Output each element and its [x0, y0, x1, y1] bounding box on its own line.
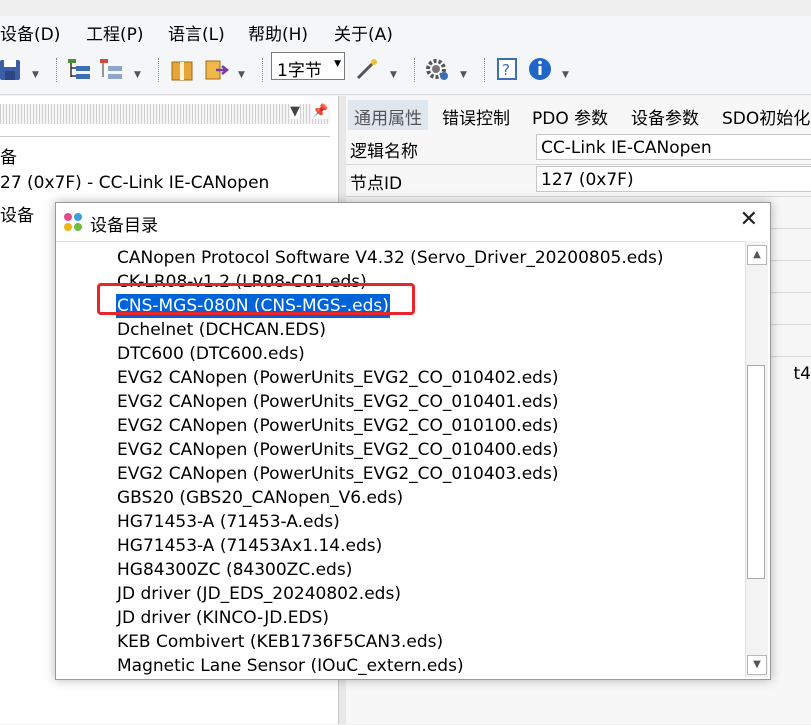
tab-sdo-init[interactable]: SDO初始化 — [716, 100, 811, 130]
settings-gear-icon[interactable] — [424, 56, 450, 82]
package-icon[interactable] — [170, 56, 196, 82]
pin-icon[interactable]: 📌 — [312, 104, 329, 119]
toolbar-separator — [56, 58, 58, 82]
tab-device-params[interactable]: 设备参数 — [625, 100, 705, 130]
info-icon[interactable] — [528, 56, 554, 82]
menu-help[interactable]: 帮助(H) — [248, 20, 308, 45]
dialog-title: 设备目录 — [90, 216, 158, 236]
property-key: 逻辑名称 — [350, 142, 418, 162]
scrollbar-thumb[interactable] — [747, 365, 765, 579]
list-item[interactable]: JD driver (KINCO-JD.EDS) — [116, 606, 330, 630]
annotation-highlight-box — [97, 283, 415, 315]
property-key: 节点ID — [350, 174, 403, 194]
export-dropdown-icon[interactable]: ▼ — [238, 70, 245, 80]
list-item[interactable]: EVG2 CANopen (PowerUnits_EVG2_CO_010400.… — [116, 438, 559, 462]
info-dropdown-icon[interactable]: ▼ — [562, 70, 569, 80]
property-value-fragment: t4 — [793, 364, 811, 384]
toolbar: ▼ ▼ ▼ ▼ ▼ ? ▼ — [0, 46, 811, 95]
menu-language[interactable]: 语言(L) — [168, 20, 225, 45]
wand-dropdown-icon[interactable]: ▼ — [390, 70, 397, 80]
property-row: 节点ID 127 (0x7F) — [346, 164, 811, 197]
toolbar-separator — [158, 58, 160, 82]
toolbar-separator — [262, 58, 264, 82]
add-node-icon[interactable] — [66, 56, 92, 82]
svg-text:?: ? — [502, 61, 510, 79]
vertical-scrollbar[interactable]: ▲ ▼ — [745, 241, 768, 677]
menu-project[interactable]: 工程(P) — [86, 20, 144, 45]
menu-device[interactable]: 设备(D) — [0, 20, 60, 45]
list-item[interactable]: Magnetic Lane Sensor (IOuC_extern.eds) — [116, 654, 465, 678]
toolbar-separator — [414, 58, 416, 82]
pane-header-grip[interactable] — [0, 104, 330, 124]
list-item[interactable]: KEB Combivert (KEB1736F5CAN3.eds) — [116, 630, 444, 654]
list-item[interactable]: EVG2 CANopen (PowerUnits_EVG2_CO_010401.… — [116, 390, 559, 414]
logical-name-field[interactable]: CC-Link IE-CANopen — [536, 134, 811, 160]
toolbar-separator — [484, 58, 486, 82]
list-item[interactable]: JD driver (JD_EDS_20240802.eds) — [116, 582, 402, 606]
menu-about[interactable]: 关于(A) — [334, 20, 393, 45]
pane-menu-dropdown-icon[interactable]: ▼ — [290, 104, 300, 119]
tree-item[interactable]: 设备 — [0, 201, 34, 226]
byte-size-value: 1字节 — [277, 61, 322, 81]
device-catalog-dialog: 设备目录 ✕ CANopen Protocol Software V4.32 (… — [55, 202, 771, 680]
close-icon[interactable]: ✕ — [740, 207, 758, 232]
byte-size-combo[interactable]: 1字节 ▼ — [271, 52, 345, 81]
wand-icon[interactable] — [354, 56, 380, 82]
remove-node-icon[interactable] — [98, 56, 124, 82]
dialog-titlebar[interactable]: 设备目录 ✕ — [56, 203, 770, 241]
tree-item[interactable]: 备 — [0, 143, 17, 168]
node-id-field[interactable]: 127 (0x7F) — [536, 166, 811, 192]
scroll-up-icon[interactable]: ▲ — [747, 245, 767, 265]
menu-bar: 设备(D) 工程(P) 语言(L) 帮助(H) 关于(A) — [0, 16, 811, 46]
device-catalog-icon — [64, 213, 82, 231]
list-item[interactable]: HG84300ZC (84300ZC.eds) — [116, 558, 353, 582]
save-dropdown-icon[interactable]: ▼ — [32, 70, 39, 80]
list-item[interactable]: EVG2 CANopen (PowerUnits_EVG2_CO_010100.… — [116, 414, 559, 438]
list-item[interactable]: EVG2 CANopen (PowerUnits_EVG2_CO_010402.… — [116, 366, 559, 390]
list-item[interactable]: EVG2 CANopen (PowerUnits_EVG2_CO_010403.… — [116, 462, 559, 486]
tab-error-control[interactable]: 错误控制 — [436, 100, 516, 130]
list-item[interactable]: HG71453-A (71453-A.eds) — [116, 510, 341, 534]
settings-dropdown-icon[interactable]: ▼ — [460, 70, 467, 80]
list-item[interactable]: CANopen Protocol Software V4.32 (Servo_D… — [116, 246, 665, 270]
save-icon[interactable] — [0, 56, 22, 82]
list-item[interactable]: GBS20 (GBS20_CANopen_V6.eds) — [116, 486, 404, 510]
export-icon[interactable] — [204, 56, 230, 82]
scroll-down-icon[interactable]: ▼ — [747, 655, 767, 675]
list-item[interactable]: DTC600 (DTC600.eds) — [116, 342, 306, 366]
node-dropdown-icon[interactable]: ▼ — [134, 70, 141, 80]
chevron-down-icon[interactable]: ▼ — [334, 59, 341, 69]
tree-item[interactable]: 27 (0x7F) - CC-Link IE-CANopen — [0, 173, 269, 193]
tab-pdo-params[interactable]: PDO 参数 — [526, 100, 614, 130]
tab-general[interactable]: 通用属性 — [348, 100, 428, 130]
list-item[interactable]: HG71453-A (71453Ax1.14.eds) — [116, 534, 383, 558]
help-icon[interactable]: ? — [496, 56, 522, 82]
property-tabs: 通用属性 错误控制 PDO 参数 设备参数 SDO初始化 — [346, 100, 811, 130]
list-item[interactable]: Dchelnet (DCHCAN.EDS) — [116, 318, 327, 342]
property-row: 逻辑名称 CC-Link IE-CANopen — [346, 132, 811, 165]
